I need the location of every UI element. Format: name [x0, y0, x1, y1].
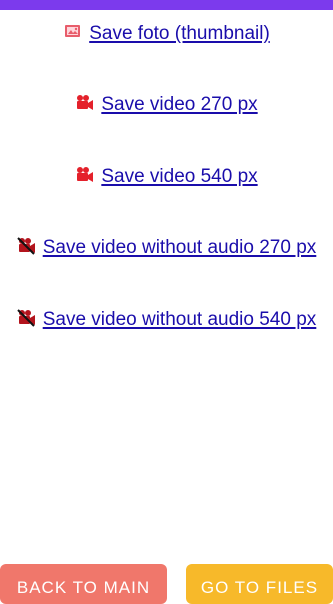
muted-video-camera-icon — [16, 309, 37, 327]
save-video-no-audio-270-label: Save video without audio 270 px — [42, 237, 317, 258]
bottom-actions: BACK TO MAIN GO TO FILES — [0, 564, 333, 604]
save-video-no-audio-540-link[interactable]: Save video without audio 540 px — [0, 308, 333, 332]
save-video-540-link[interactable]: Save video 540 px — [0, 165, 333, 189]
save-video-no-audio-540-label: Save video without audio 540 px — [42, 309, 317, 330]
save-video-540-label: Save video 540 px — [101, 166, 258, 187]
photo-icon — [63, 23, 83, 41]
top-accent-bar — [0, 0, 333, 10]
back-to-main-button[interactable]: BACK TO MAIN — [0, 564, 167, 604]
save-photo-link[interactable]: Save foto (thumbnail) — [0, 22, 333, 46]
video-camera-icon — [75, 166, 95, 184]
muted-video-camera-icon — [16, 237, 37, 255]
go-to-files-label: GO TO FILES — [200, 578, 319, 597]
save-video-270-label: Save video 270 px — [101, 94, 258, 115]
go-to-files-button[interactable]: GO TO FILES — [186, 564, 333, 604]
save-video-no-audio-270-link[interactable]: Save video without audio 270 px — [0, 236, 333, 260]
save-photo-label: Save foto (thumbnail) — [89, 23, 270, 44]
save-video-270-link[interactable]: Save video 270 px — [0, 93, 333, 117]
video-camera-icon — [75, 94, 95, 112]
back-to-main-label: BACK TO MAIN — [16, 578, 151, 597]
